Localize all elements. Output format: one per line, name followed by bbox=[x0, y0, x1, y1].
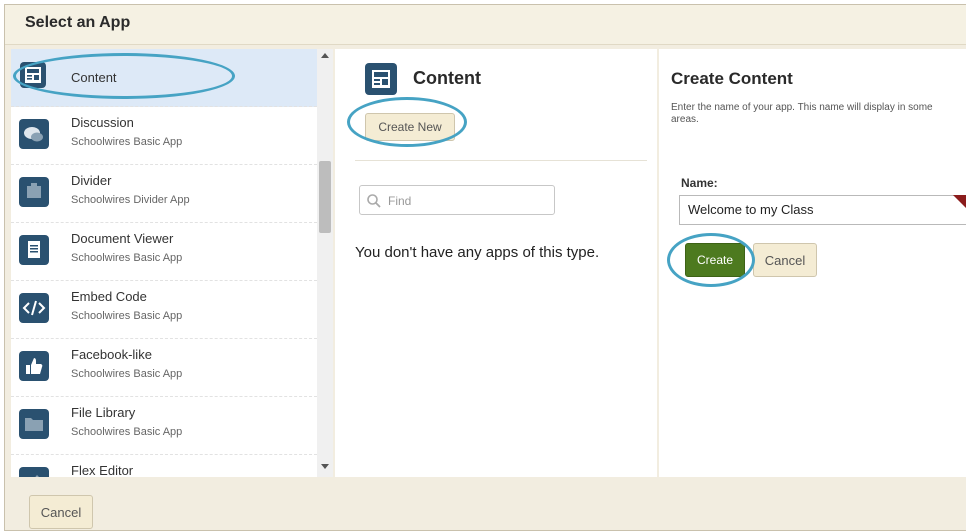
app-item-subtitle: Schoolwires Basic App bbox=[71, 136, 183, 148]
app-item-name: Embed Code bbox=[71, 289, 147, 304]
create-content-panel: Create Content Enter the name of your ap… bbox=[659, 49, 966, 477]
app-item-file-library[interactable]: File Library Schoolwires Basic App bbox=[11, 397, 317, 455]
app-item-discussion[interactable]: Discussion Schoolwires Basic App bbox=[11, 107, 317, 165]
dialog-title: Select an App bbox=[25, 14, 131, 31]
folder-icon bbox=[19, 409, 49, 439]
discussion-icon bbox=[19, 119, 49, 149]
document-icon bbox=[19, 235, 49, 265]
app-item-flex-editor[interactable]: Flex Editor bbox=[11, 455, 317, 477]
name-input[interactable]: Welcome to my Class bbox=[679, 195, 966, 225]
select-app-dialog: Select an App Content Discussion Schoolw… bbox=[4, 4, 966, 531]
app-type-panel: Content Create New Find You don't have a… bbox=[335, 49, 657, 477]
app-item-name: Document Viewer bbox=[71, 231, 174, 246]
app-type-title: Content bbox=[413, 68, 481, 88]
app-item-facebook-like[interactable]: Facebook-like Schoolwires Basic App bbox=[11, 339, 317, 397]
content-icon bbox=[365, 63, 397, 95]
app-item-name: Discussion bbox=[71, 115, 134, 130]
cancel-button[interactable]: Cancel bbox=[29, 495, 93, 529]
scroll-up-arrow-icon[interactable] bbox=[321, 53, 329, 58]
app-item-name: Flex Editor bbox=[71, 463, 134, 477]
divider bbox=[355, 160, 647, 161]
name-field-label: Name: bbox=[681, 176, 718, 190]
create-new-button[interactable]: Create New bbox=[365, 113, 455, 141]
divider-icon bbox=[19, 177, 49, 207]
scroll-down-arrow-icon[interactable] bbox=[321, 464, 329, 469]
create-content-title: Create Content bbox=[671, 69, 793, 88]
dialog-footer: Cancel bbox=[5, 477, 966, 530]
app-item-subtitle: Schoolwires Basic App bbox=[71, 252, 183, 264]
code-icon bbox=[19, 293, 49, 323]
app-item-subtitle: Schoolwires Divider App bbox=[71, 194, 190, 206]
create-button[interactable]: Create bbox=[685, 243, 745, 277]
thumbs-up-icon bbox=[19, 351, 49, 381]
app-item-embed-code[interactable]: Embed Code Schoolwires Basic App bbox=[11, 281, 317, 339]
app-list-scrollbar[interactable] bbox=[317, 49, 333, 477]
app-item-name: Divider bbox=[71, 173, 112, 188]
app-item-document-viewer[interactable]: Document Viewer Schoolwires Basic App bbox=[11, 223, 317, 281]
app-item-content[interactable]: Content bbox=[11, 49, 317, 107]
pencil-icon bbox=[19, 467, 49, 477]
cancel-create-button[interactable]: Cancel bbox=[753, 243, 817, 277]
search-icon bbox=[367, 194, 381, 208]
required-flag-icon bbox=[953, 195, 966, 209]
app-item-name: Content bbox=[71, 70, 117, 85]
scrollbar-thumb[interactable] bbox=[319, 161, 331, 233]
dialog-titlebar: Select an App bbox=[5, 5, 966, 45]
app-list: Content Discussion Schoolwires Basic App… bbox=[11, 49, 317, 477]
app-item-subtitle: Schoolwires Basic App bbox=[71, 426, 183, 438]
app-item-name: File Library bbox=[71, 405, 136, 420]
find-input[interactable]: Find bbox=[359, 185, 555, 215]
content-icon bbox=[20, 62, 46, 88]
find-placeholder: Find bbox=[388, 194, 412, 208]
app-item-divider[interactable]: Divider Schoolwires Divider App bbox=[11, 165, 317, 223]
app-item-name: Facebook-like bbox=[71, 347, 152, 362]
create-content-description: Enter the name of your app. This name wi… bbox=[671, 102, 933, 125]
empty-state-message: You don't have any apps of this type. bbox=[355, 244, 600, 261]
app-item-subtitle: Schoolwires Basic App bbox=[71, 368, 183, 380]
app-item-subtitle: Schoolwires Basic App bbox=[71, 310, 183, 322]
